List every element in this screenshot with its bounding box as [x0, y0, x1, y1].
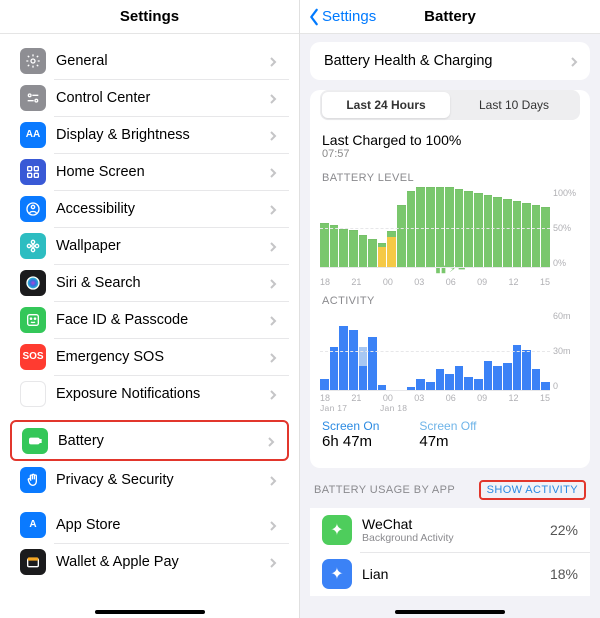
- usage-caption: BATTERY USAGE BY APP: [314, 484, 455, 496]
- wallet-icon: [20, 549, 46, 575]
- battery-level-chart: 100%50%0%: [320, 188, 580, 268]
- chevron-right-icon: [267, 240, 279, 252]
- wechat-icon: ✦: [322, 515, 352, 545]
- app-name: WeChat: [362, 516, 550, 532]
- sidebar-item-privacy[interactable]: Privacy & Security: [10, 461, 289, 498]
- last-charged: Last Charged to 100% 07:57: [310, 130, 590, 164]
- screen-on-label: Screen On: [322, 419, 379, 433]
- navbar-right: Settings Battery: [300, 0, 600, 34]
- screen-stats: Screen On 6h 47m Screen Off 47m: [310, 413, 590, 460]
- sidebar-item-label: Display & Brightness: [56, 127, 267, 143]
- back-button[interactable]: Settings: [308, 8, 376, 26]
- activity-chart: 60m30m0: [320, 311, 580, 391]
- exposure-icon: [20, 381, 46, 407]
- date-label: Jan 18: [380, 403, 407, 413]
- chevron-right-icon: [267, 55, 279, 67]
- sidebar-item-home-screen[interactable]: Home Screen: [10, 153, 289, 190]
- sidebar-item-label: Wallpaper: [56, 238, 267, 254]
- sidebar-item-label: Exposure Notifications: [56, 386, 267, 402]
- faceid-icon: [20, 307, 46, 333]
- sidebar-item-siri[interactable]: Siri & Search: [10, 264, 289, 301]
- app-percentage: 22%: [550, 522, 578, 538]
- sidebar-item-wallpaper[interactable]: Wallpaper: [10, 227, 289, 264]
- sidebar-item-label: Face ID & Passcode: [56, 312, 267, 328]
- wallpaper-icon: [20, 233, 46, 259]
- sidebar-item-label: Control Center: [56, 90, 267, 106]
- chevron-right-icon: [267, 519, 279, 531]
- chevron-right-icon: [267, 277, 279, 289]
- show-activity-button[interactable]: SHOW ACTIVITY: [479, 480, 586, 500]
- chevron-right-icon: [267, 92, 279, 104]
- tab-last-10-days[interactable]: Last 10 Days: [450, 92, 578, 118]
- sidebar-item-label: Emergency SOS: [56, 349, 267, 365]
- sidebar-item-battery[interactable]: Battery: [12, 422, 287, 459]
- lian-icon: ✦: [322, 559, 352, 589]
- sidebar-item-label: Battery: [58, 433, 265, 449]
- date-label: Jan 17: [320, 403, 347, 413]
- sidebar-item-label: Wallet & Apple Pay: [56, 554, 267, 570]
- chevron-right-icon: [267, 351, 279, 363]
- home-screen-icon: [20, 159, 46, 185]
- battery-health-cell[interactable]: Battery Health & Charging: [310, 42, 590, 80]
- sidebar-item-accessibility[interactable]: Accessibility: [10, 190, 289, 227]
- app-row-lian[interactable]: ✦ Lian18%: [310, 552, 590, 596]
- last-charged-time: 07:57: [322, 148, 578, 160]
- app-percentage: 18%: [550, 566, 578, 582]
- chevron-right-icon: [267, 314, 279, 326]
- chevron-right-icon: [267, 129, 279, 141]
- activity-caption: ACTIVITY: [322, 295, 375, 307]
- battery-health-label: Battery Health & Charging: [324, 53, 568, 69]
- chevron-right-icon: [267, 556, 279, 568]
- sidebar-item-label: General: [56, 53, 267, 69]
- battery-panel: Settings Battery Battery Health & Chargi…: [300, 0, 600, 618]
- time-range-segmented[interactable]: Last 24 Hours Last 10 Days: [320, 90, 580, 120]
- display-icon: AA: [20, 122, 46, 148]
- chevron-right-icon: [267, 388, 279, 400]
- last-charged-title: Last Charged to 100%: [322, 132, 578, 148]
- chevron-right-icon: [267, 474, 279, 486]
- sidebar-item-general[interactable]: General: [10, 42, 289, 79]
- back-label: Settings: [322, 8, 376, 25]
- screen-off-label: Screen Off: [419, 419, 476, 433]
- siri-icon: [20, 270, 46, 296]
- screen-on-value: 6h 47m: [322, 433, 379, 450]
- home-indicator[interactable]: [395, 610, 505, 614]
- screen-off-value: 47m: [419, 433, 476, 450]
- page-title: Battery: [424, 8, 476, 25]
- app-store-icon: A: [20, 512, 46, 538]
- app-row-wechat[interactable]: ✦ WeChatBackground Activity22%: [310, 508, 590, 552]
- general-icon: [20, 48, 46, 74]
- accessibility-icon: [20, 196, 46, 222]
- chevron-right-icon: [568, 55, 580, 67]
- settings-panel: Settings General Control Center AA Display …: [0, 0, 300, 618]
- battery-icon: [22, 428, 48, 454]
- sidebar-item-label: Home Screen: [56, 164, 267, 180]
- sidebar-item-control-center[interactable]: Control Center: [10, 79, 289, 116]
- sidebar-item-exposure[interactable]: Exposure Notifications: [10, 375, 289, 412]
- chevron-right-icon: [265, 435, 277, 447]
- sidebar-item-faceid[interactable]: Face ID & Passcode: [10, 301, 289, 338]
- privacy-icon: [20, 467, 46, 493]
- sidebar-item-label: Privacy & Security: [56, 472, 267, 488]
- tab-last-24-hours[interactable]: Last 24 Hours: [322, 92, 450, 118]
- navbar-left: Settings: [0, 0, 299, 34]
- battery-level-caption: BATTERY LEVEL: [322, 172, 414, 184]
- sidebar-item-label: Siri & Search: [56, 275, 267, 291]
- home-indicator[interactable]: [95, 610, 205, 614]
- page-title: Settings: [120, 8, 179, 25]
- sidebar-item-sos[interactable]: SOS Emergency SOS: [10, 338, 289, 375]
- sidebar-item-label: Accessibility: [56, 201, 267, 217]
- sos-icon: SOS: [20, 344, 46, 370]
- sidebar-item-display[interactable]: AA Display & Brightness: [10, 116, 289, 153]
- app-name: Lian: [362, 566, 550, 582]
- chevron-right-icon: [267, 166, 279, 178]
- chevron-right-icon: [267, 203, 279, 215]
- control-center-icon: [20, 85, 46, 111]
- sidebar-item-app-store[interactable]: A App Store: [10, 506, 289, 543]
- sidebar-item-wallet[interactable]: Wallet & Apple Pay: [10, 543, 289, 580]
- app-subtitle: Background Activity: [362, 532, 550, 544]
- sidebar-item-label: App Store: [56, 517, 267, 533]
